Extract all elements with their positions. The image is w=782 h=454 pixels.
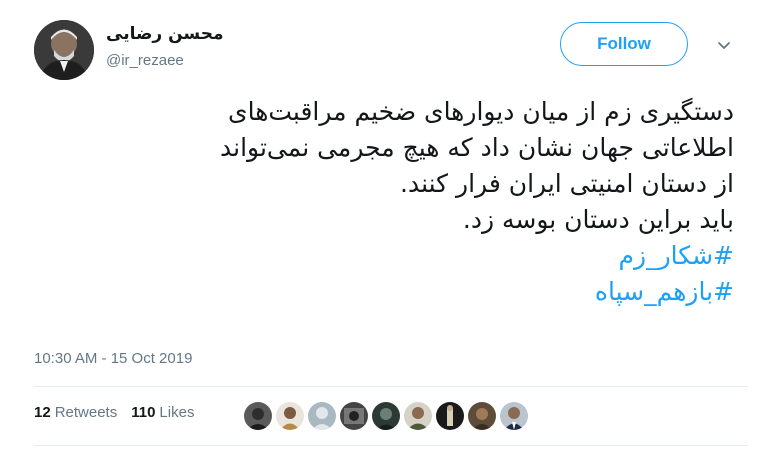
- tweet-line: دستگیری زم از میان دیوارهای ضخیم مراقبت‌…: [228, 97, 734, 126]
- divider: [34, 386, 748, 387]
- author-handle[interactable]: @ir_rezaee: [106, 52, 184, 69]
- likes-count: 110: [131, 404, 156, 421]
- author-avatar[interactable]: [34, 20, 94, 80]
- liker-avatar[interactable]: [372, 402, 400, 430]
- hashtag-link[interactable]: #بازهم_سپاه: [34, 274, 734, 310]
- liker-avatar[interactable]: [468, 402, 496, 430]
- tweet-line: از دستان امنیتی ایران فرار کنند.: [400, 169, 734, 198]
- retweets-count: 12: [34, 404, 51, 421]
- likes-label: Likes: [159, 404, 195, 421]
- divider: [34, 445, 748, 446]
- liker-avatars: [244, 402, 528, 430]
- liker-avatar[interactable]: [244, 402, 272, 430]
- liker-avatar[interactable]: [500, 402, 528, 430]
- tweet-line: باید براین دستان بوسه زد.: [462, 205, 734, 234]
- tweet-card: محسن رضایی @ir_rezaee Follow دستگیری زم …: [0, 0, 782, 454]
- likes-stat[interactable]: 110 Likes: [131, 404, 194, 421]
- liker-avatar[interactable]: [404, 402, 432, 430]
- author-name[interactable]: محسن رضایی: [106, 24, 223, 44]
- liker-avatar[interactable]: [276, 402, 304, 430]
- liker-avatar[interactable]: [308, 402, 336, 430]
- hashtag-link[interactable]: #شکار_زم: [34, 238, 734, 274]
- tweet-timestamp[interactable]: 10:30 AM - 15 Oct 2019: [34, 350, 192, 367]
- chevron-down-icon[interactable]: [716, 38, 732, 54]
- liker-avatar[interactable]: [340, 402, 368, 430]
- retweets-stat[interactable]: 12 Retweets: [34, 404, 117, 421]
- tweet-text: دستگیری زم از میان دیوارهای ضخیم مراقبت‌…: [34, 94, 734, 310]
- follow-button[interactable]: Follow: [560, 22, 688, 66]
- liker-avatar[interactable]: [436, 402, 464, 430]
- tweet-line: اطلاعاتی جهان نشان داد که هیچ مجرمی نمی‌…: [220, 133, 734, 162]
- retweets-label: Retweets: [54, 404, 118, 421]
- tweet-stats: 12 Retweets 110 Likes: [34, 404, 194, 421]
